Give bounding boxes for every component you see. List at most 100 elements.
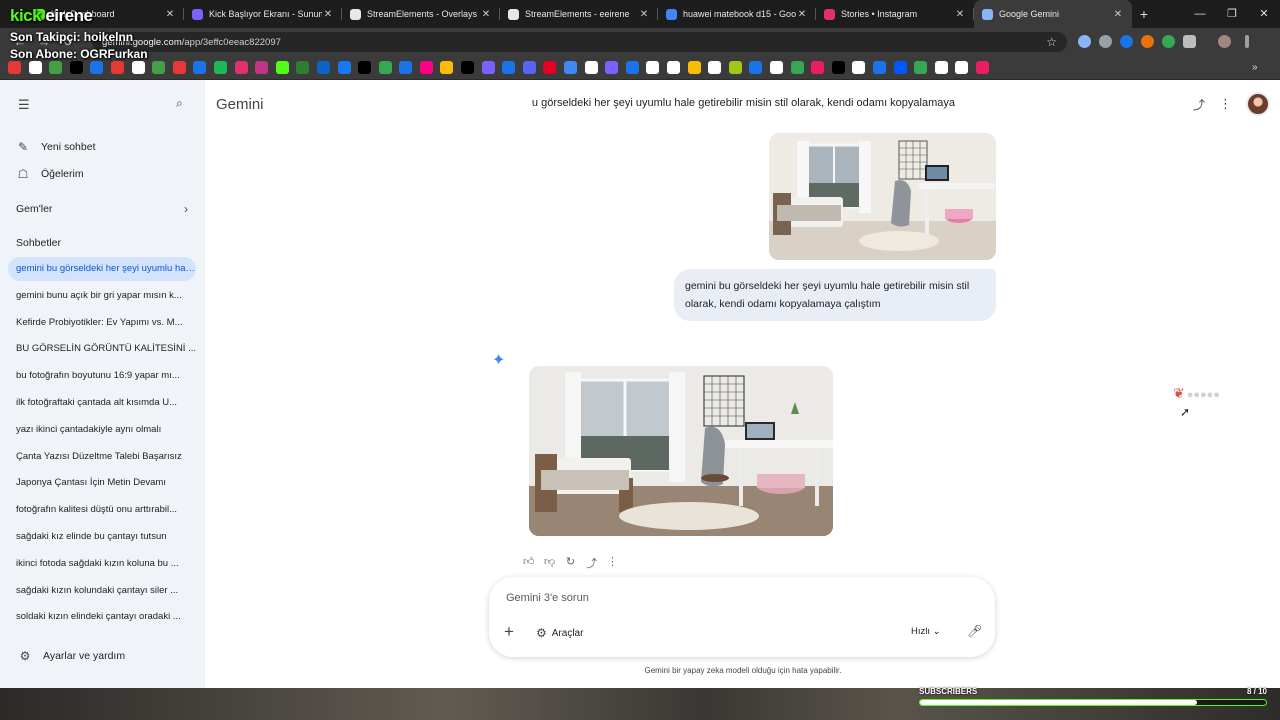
- restore-icon[interactable]: ❐: [1216, 0, 1248, 28]
- chat-history-item[interactable]: Japonya Çantası İçin Metin Devamı: [8, 471, 196, 495]
- account-avatar[interactable]: [1246, 92, 1270, 116]
- tab-close-icon[interactable]: ✕: [1112, 9, 1124, 20]
- share-icon[interactable]: ⤴: [1193, 96, 1205, 113]
- bookmark-icon[interactable]: [667, 61, 680, 74]
- add-attachment-icon[interactable]: +: [504, 622, 514, 642]
- bookmark-icon[interactable]: [522, 61, 536, 74]
- bookmark-icon[interactable]: [790, 61, 804, 74]
- extension-icon[interactable]: [1120, 35, 1133, 48]
- browser-tab[interactable]: huawei matebook d15 - Google ✕: [658, 0, 816, 28]
- chat-history-item[interactable]: fotoğrafın kalitesi düştü onu arttırabil…: [8, 498, 196, 522]
- browser-tab[interactable]: StreamElements - eeirene ✕: [500, 0, 658, 28]
- tab-close-icon[interactable]: ✕: [480, 9, 492, 20]
- chat-history-item[interactable]: sağdaki kızın kolundaki çantayı siler ..…: [8, 579, 196, 603]
- bookmark-icon[interactable]: [564, 61, 578, 74]
- profile-avatar-icon[interactable]: [1218, 35, 1231, 48]
- url-input[interactable]: gemini.google.com/app/3effc0eeac822097 ☆: [92, 32, 1067, 52]
- chat-history-item[interactable]: Kefirde Probiyotikler: Ev Yapımı vs. M..…: [8, 311, 196, 335]
- tools-button[interactable]: ⚙ Araçlar: [536, 626, 583, 640]
- browser-tab[interactable]: Stories • Instagram ✕: [816, 0, 974, 28]
- main-menu-icon[interactable]: ☰: [18, 97, 30, 113]
- browser-tab[interactable]: Kick Başlıyor Ekranı - Sunum ✕: [184, 0, 342, 28]
- new-tab-button[interactable]: +: [1132, 6, 1156, 22]
- gemini-brand[interactable]: Gemini: [216, 96, 264, 113]
- tab-close-icon[interactable]: ✕: [164, 9, 176, 20]
- bookmark-icon[interactable]: [646, 61, 660, 74]
- chat-history-item[interactable]: ikinci fotoda sağdaki kızın koluna bu ..…: [8, 552, 196, 576]
- more-vert-icon[interactable]: ⋮: [1219, 96, 1232, 112]
- bookmark-icon[interactable]: [316, 61, 330, 74]
- tab-close-icon[interactable]: ✕: [638, 9, 650, 20]
- bookmark-icon[interactable]: [708, 61, 722, 74]
- bookmark-icon[interactable]: [605, 61, 619, 74]
- chat-history-item[interactable]: yazı ikinci çantadakiyle aynı olmalı: [8, 418, 196, 442]
- bookmark-icon[interactable]: [378, 61, 392, 74]
- chat-history-item[interactable]: gemini bu görseldeki her şeyi uyumlu hal…: [8, 257, 196, 281]
- bookmark-icon[interactable]: [296, 61, 310, 74]
- chat-history-item[interactable]: ilk fotoğraftaki çantada alt kısımda U..…: [8, 391, 196, 415]
- bookmark-icon[interactable]: [399, 61, 413, 74]
- chat-history-item[interactable]: BU GÖRSELİN GÖRÜNTÜ KALİTESİNİ ...: [8, 337, 196, 361]
- bookmark-icon[interactable]: [152, 61, 166, 74]
- bookmark-icon[interactable]: [543, 61, 557, 74]
- chat-history-item[interactable]: gemini bunu açık bir gri yapar mısın k..…: [8, 284, 196, 308]
- bookmark-icon[interactable]: [213, 61, 227, 74]
- bookmark-icon[interactable]: [193, 61, 207, 74]
- tab-close-icon[interactable]: ✕: [796, 9, 808, 20]
- bookmark-icon[interactable]: [625, 61, 639, 74]
- settings-help-button[interactable]: ⚙ Ayarlar ve yardım: [18, 649, 125, 663]
- browser-tab[interactable]: StreamElements - Overlays ✕: [342, 0, 500, 28]
- chat-history-item[interactable]: soldaki kızın elindeki çantayı oradaki .…: [8, 605, 196, 629]
- regenerate-icon[interactable]: ↻: [565, 555, 576, 571]
- bookmark-icon[interactable]: [461, 61, 475, 74]
- bookmark-icon[interactable]: [749, 61, 763, 74]
- thumbs-down-icon[interactable]: 👎︎: [544, 555, 555, 571]
- share-response-icon[interactable]: ⤴: [586, 555, 597, 571]
- bookmark-icon[interactable]: [914, 61, 928, 74]
- tab-close-icon[interactable]: ✕: [322, 9, 334, 20]
- bookmark-icon[interactable]: [687, 61, 701, 74]
- gems-button[interactable]: Gem'ler ›: [16, 202, 188, 216]
- prompt-box[interactable]: Gemini 3'e sorun + ⚙ Araçlar Hızlı ⌄ 🎤︎: [489, 577, 995, 657]
- bookmark-icon[interactable]: [955, 61, 969, 74]
- bookmarks-more-icon[interactable]: »: [1252, 62, 1262, 73]
- chat-history-item[interactable]: bu fotoğrafın boyutunu 16:9 yapar mı...: [8, 364, 196, 388]
- model-mode-selector[interactable]: Hızlı ⌄: [911, 626, 941, 637]
- extension-icon[interactable]: [1099, 35, 1112, 48]
- minimize-icon[interactable]: —: [1184, 0, 1216, 28]
- extension-icon[interactable]: [1162, 35, 1175, 48]
- bookmark-icon[interactable]: [234, 61, 248, 74]
- tab-close-icon[interactable]: ✕: [954, 9, 966, 20]
- search-icon[interactable]: ⌕: [176, 96, 183, 111]
- puzzle-icon[interactable]: [1183, 35, 1196, 48]
- bookmark-star-icon[interactable]: ☆: [1046, 35, 1057, 49]
- bookmark-icon[interactable]: [811, 61, 825, 74]
- chat-history-item[interactable]: Çanta Yazısı Düzeltme Talebi Başarısız: [8, 445, 196, 469]
- extension-icon[interactable]: [1141, 35, 1154, 48]
- new-chat-button[interactable]: ✎ Yeni sohbet: [16, 140, 96, 154]
- bookmark-icon[interactable]: [440, 61, 454, 74]
- bookmark-icon[interactable]: [481, 61, 495, 74]
- menu-dots-icon[interactable]: [1245, 35, 1249, 48]
- thumbs-up-icon[interactable]: 👍︎: [523, 555, 535, 571]
- bookmark-icon[interactable]: [934, 61, 948, 74]
- bookmark-icon[interactable]: [255, 61, 269, 74]
- bookmark-icon[interactable]: [275, 61, 289, 74]
- more-options-icon[interactable]: ⋮: [607, 555, 618, 571]
- bookmark-icon[interactable]: [358, 61, 372, 74]
- bookmark-icon[interactable]: [893, 61, 907, 74]
- bookmark-icon[interactable]: [337, 61, 351, 74]
- chat-history-item[interactable]: sağdaki kız elinde bu çantayı tutsun: [8, 525, 196, 549]
- bookmark-icon[interactable]: [728, 61, 742, 74]
- my-items-button[interactable]: ☖ Öğelerim: [16, 167, 84, 181]
- bookmark-icon[interactable]: [852, 61, 866, 74]
- microphone-icon[interactable]: 🎤︎: [967, 624, 982, 638]
- extension-icon[interactable]: [1078, 35, 1091, 48]
- generated-image[interactable]: [529, 366, 833, 536]
- user-uploaded-image[interactable]: [769, 133, 996, 260]
- prompt-input[interactable]: Gemini 3'e sorun: [506, 592, 589, 604]
- bookmark-icon[interactable]: [502, 61, 516, 74]
- browser-tab[interactable]: Google Gemini ✕: [974, 0, 1132, 28]
- bookmark-icon[interactable]: [872, 61, 886, 74]
- bookmark-icon[interactable]: [419, 61, 433, 74]
